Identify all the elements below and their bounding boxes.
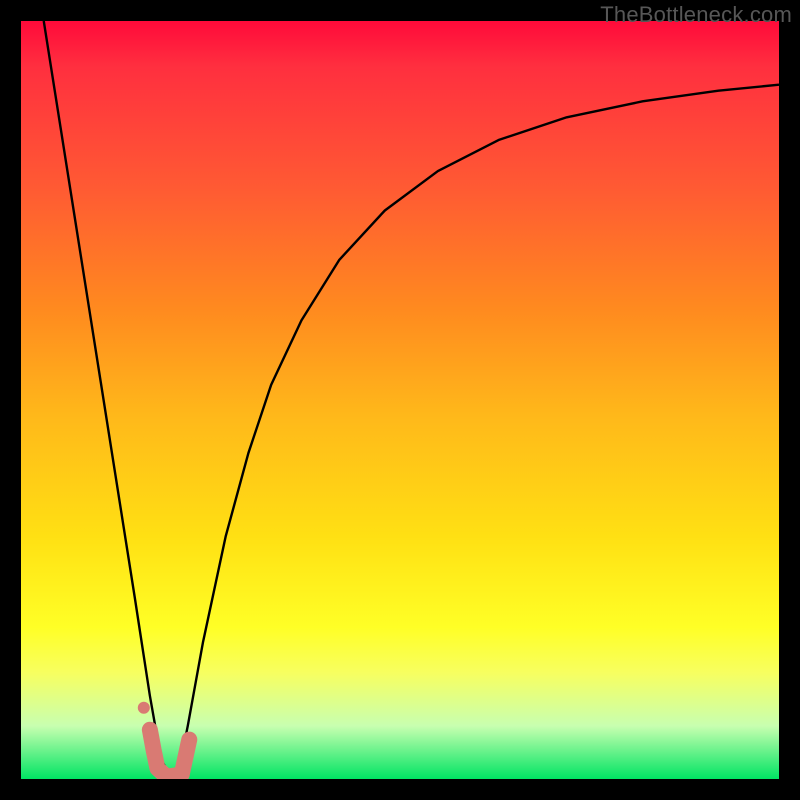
- watermark-text: TheBottleneck.com: [600, 2, 792, 28]
- marker-blob: [150, 730, 189, 777]
- chart-svg: [21, 21, 779, 779]
- chart-plot-area: [21, 21, 779, 779]
- bottleneck-curve: [44, 21, 779, 779]
- chart-frame: TheBottleneck.com: [0, 0, 800, 800]
- marker-dot: [138, 702, 150, 714]
